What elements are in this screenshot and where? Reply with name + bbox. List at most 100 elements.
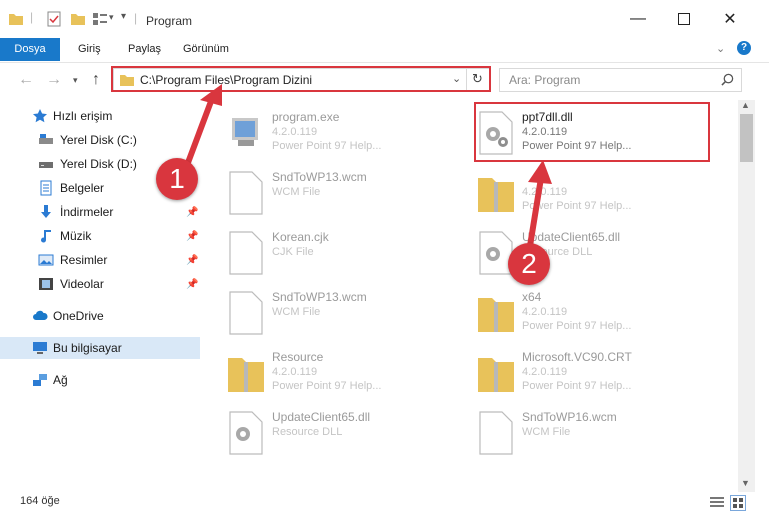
file-detail: Resource DLL [272, 426, 343, 438]
pin-icon[interactable]: 📌 [186, 255, 198, 266]
customize-toolbar-icon[interactable]: ▾ [121, 11, 126, 22]
folder-zip-icon [478, 178, 514, 212]
vertical-scrollbar[interactable]: ▲ ▼ [738, 100, 755, 492]
dropdown-icon[interactable]: ▾ [109, 12, 114, 23]
sidebar-item-music[interactable]: Müzik 📌 [0, 225, 200, 247]
pin-icon[interactable]: 📌 [186, 279, 198, 290]
tab-view[interactable]: Görünüm [183, 38, 229, 61]
search-box[interactable]: Ara: Program [499, 68, 742, 92]
sidebar-item-onedrive[interactable]: OneDrive [0, 305, 200, 327]
details-view-icon[interactable] [710, 496, 724, 508]
file-detail: Power Point 97 Help... [522, 320, 632, 332]
pictures-icon [38, 254, 54, 266]
file-item[interactable]: SndToWP13.wcm WCM File [226, 164, 466, 220]
file-detail: 4.2.0.119 [522, 366, 568, 378]
view-options-icon[interactable] [92, 11, 108, 27]
forward-arrow-icon[interactable]: → [46, 71, 62, 89]
scroll-up-icon[interactable]: ▲ [741, 100, 750, 110]
file-item[interactable]: UpdateClient65.dll Resource DLL [226, 404, 466, 460]
tab-file[interactable]: Dosya [0, 38, 60, 61]
sidebar-item-network[interactable]: Ağ [0, 369, 200, 391]
dll-gear-icon [229, 411, 263, 455]
minimize-icon: — [630, 10, 646, 27]
sidebar-label: Ağ [53, 373, 68, 387]
file-item[interactable]: program.exe 4.2.0.119 Power Point 97 Hel… [226, 104, 466, 160]
new-folder-icon[interactable] [70, 11, 86, 27]
folder-zip-icon [478, 358, 514, 392]
file-name: SndToWP13.wcm [272, 290, 367, 304]
blank-file-icon [229, 231, 263, 275]
maximize-button[interactable] [661, 0, 707, 38]
file-detail: WCM File [522, 426, 571, 438]
pin-icon[interactable]: 📌 [186, 231, 198, 242]
file-item[interactable]: Microsoft.VC90.CRT 4.2.0.119 Power Point… [476, 344, 716, 400]
tab-share[interactable]: Paylaş [128, 38, 161, 61]
network-icon [33, 374, 47, 386]
file-item[interactable]: Resource 4.2.0.119 Power Point 97 Help..… [226, 344, 466, 400]
sidebar-item-quick-access[interactable]: Hızlı erişim [0, 105, 200, 127]
minimize-button[interactable]: — [615, 0, 661, 38]
folder-zip-icon [228, 358, 264, 392]
address-highlight-box [111, 66, 491, 92]
step-badge-1: 1 [156, 158, 198, 200]
back-arrow-icon[interactable]: ← [18, 71, 34, 89]
application-icon [232, 118, 258, 146]
folder-icon [9, 14, 23, 25]
maximize-icon [678, 13, 690, 25]
file-name: Microsoft.VC90.CRT [522, 350, 632, 364]
film-icon [39, 278, 53, 290]
sidebar-label: Hızlı erişim [53, 109, 113, 123]
sidebar-label: Bu bilgisayar [53, 341, 122, 355]
file-detail: Power Point 97 Help... [522, 380, 632, 392]
tab-home[interactable]: Giriş [78, 38, 101, 61]
file-item[interactable]: 4.2.0.119 Power Point 97 Help... [476, 164, 716, 220]
sidebar-item-pictures[interactable]: Resimler 📌 [0, 249, 200, 271]
documents-icon [40, 180, 52, 196]
help-icon[interactable]: ? [737, 41, 751, 55]
sidebar-label: Yerel Disk (C:) [60, 133, 137, 147]
search-icon [721, 73, 734, 86]
file-highlight-box [474, 102, 710, 162]
sidebar-item-this-pc[interactable]: Bu bilgisayar [0, 337, 200, 359]
blank-file-icon [229, 171, 263, 215]
file-item[interactable]: x64 4.2.0.119 Power Point 97 Help... [476, 284, 716, 340]
status-bar: 164 öğe [0, 492, 769, 529]
expand-ribbon-icon[interactable]: ⌄ [716, 42, 725, 55]
file-detail: 4.2.0.119 [272, 366, 318, 378]
star-icon [33, 109, 47, 123]
scroll-down-icon[interactable]: ▼ [741, 478, 750, 488]
file-detail: WCM File [272, 186, 321, 198]
close-button[interactable]: ✕ [707, 0, 753, 38]
recent-locations-icon[interactable]: ▾ [73, 75, 78, 86]
file-item[interactable]: Korean.cjk CJK File [226, 224, 466, 280]
close-icon: ✕ [723, 11, 737, 28]
blank-file-icon [479, 411, 513, 455]
music-note-icon [41, 230, 51, 243]
pin-icon[interactable]: 📌 [186, 207, 198, 218]
item-count: 164 öğe [20, 495, 60, 507]
search-placeholder: Ara: Program [509, 73, 581, 87]
sidebar-label: Belgeler [60, 181, 105, 195]
file-item[interactable]: SndToWP16.wcm WCM File [476, 404, 716, 460]
sidebar-item-videos[interactable]: Videolar 📌 [0, 273, 200, 295]
sidebar-label: OneDrive [53, 309, 104, 323]
sidebar-label: Resimler [60, 253, 108, 267]
computer-icon [33, 342, 47, 354]
scrollbar-thumb[interactable] [740, 114, 753, 162]
sidebar-label: İndirmeler [60, 205, 114, 219]
window-title: Program [146, 14, 193, 28]
sidebar-item-local-disk-c[interactable]: Yerel Disk (C:) [0, 129, 200, 151]
file-name: SndToWP13.wcm [272, 170, 367, 184]
sidebar-label: Yerel Disk (D:) [60, 157, 137, 171]
sidebar-item-downloads[interactable]: İndirmeler 📌 [0, 201, 200, 223]
blank-file-icon [229, 291, 263, 335]
file-name: SndToWP16.wcm [522, 410, 617, 424]
tiles-view-icon[interactable] [730, 495, 746, 511]
up-arrow-icon[interactable]: ↑ [92, 71, 100, 89]
download-arrow-icon [41, 205, 51, 218]
file-name: Korean.cjk [272, 230, 329, 244]
file-item[interactable]: SndToWP13.wcm WCM File [226, 284, 466, 340]
sidebar-label: Videolar [60, 277, 104, 291]
properties-icon[interactable] [46, 11, 62, 27]
drive-d-icon [39, 162, 53, 168]
